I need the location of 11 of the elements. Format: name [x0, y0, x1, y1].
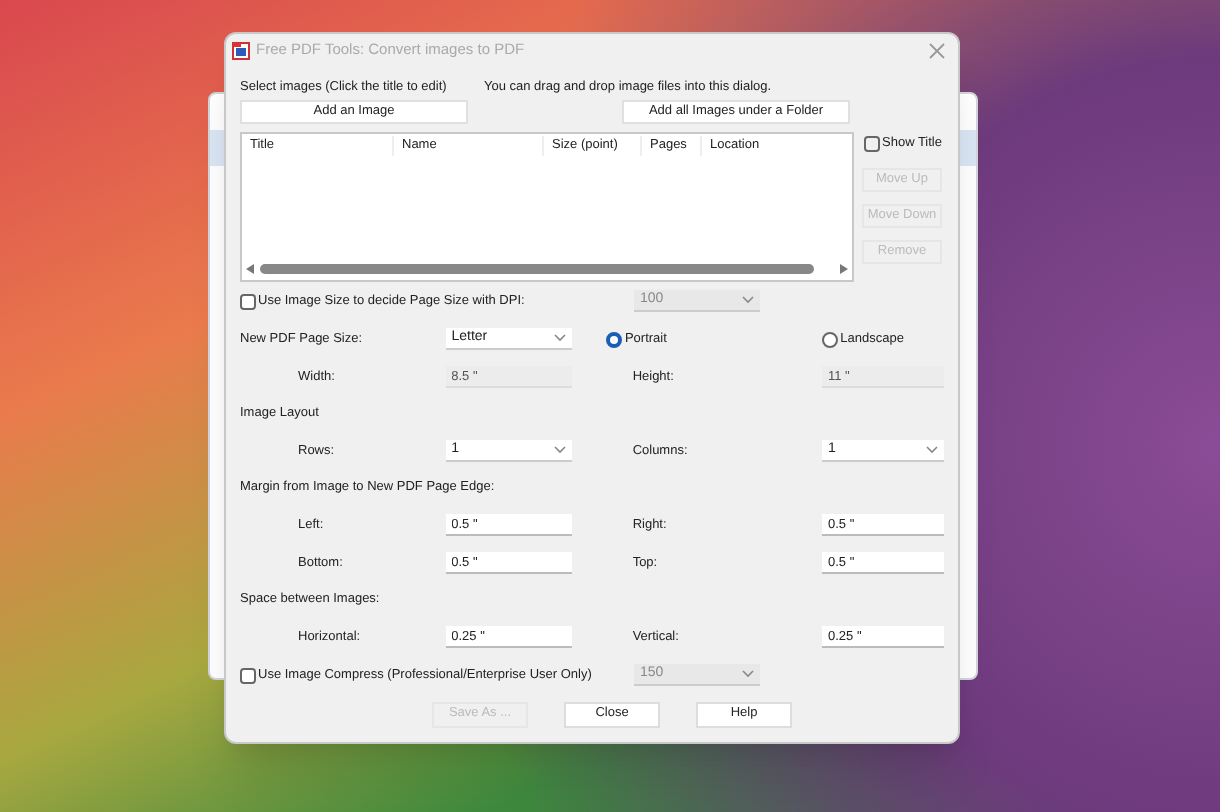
chevron-down-icon — [925, 446, 938, 454]
chevron-down-icon — [742, 296, 754, 304]
close-icon[interactable] — [928, 41, 946, 59]
scroll-left-icon[interactable] — [246, 264, 254, 274]
scroll-right-icon[interactable] — [840, 264, 848, 274]
scrollbar-thumb[interactable] — [260, 264, 814, 274]
chevron-down-icon — [553, 334, 566, 342]
chevron-down-icon — [742, 670, 754, 678]
chevron-down-icon — [553, 446, 566, 454]
horizontal-scrollbar[interactable] — [242, 260, 852, 278]
app-icon — [232, 41, 250, 59]
